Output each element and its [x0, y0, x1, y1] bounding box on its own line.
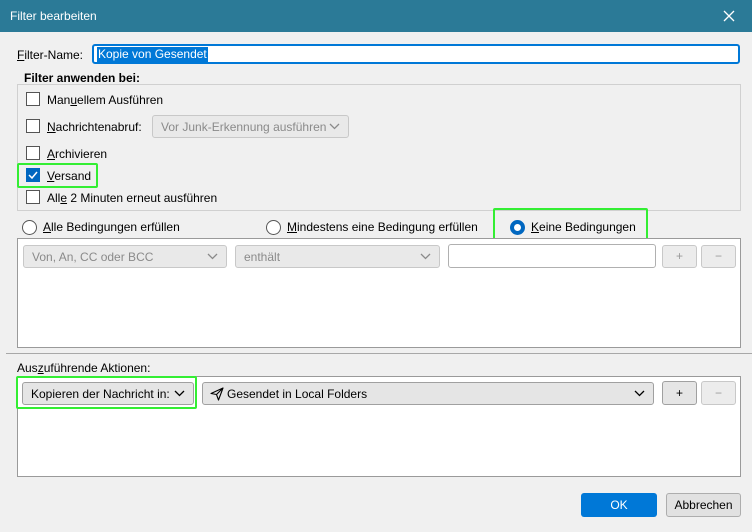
chevron-down-icon — [420, 253, 431, 260]
action-target-value: Gesendet in Local Folders — [227, 387, 368, 401]
radio-none-label: Keine Bedingungen — [531, 220, 636, 234]
condition-field-dropdown[interactable]: Von, An, CC oder BCC — [23, 245, 227, 268]
chevron-down-icon — [207, 253, 218, 260]
archive-label: Archivieren — [47, 147, 108, 161]
close-button[interactable] — [706, 0, 752, 32]
filter-name-label: Filter-Name: — [17, 48, 84, 62]
window-title: Filter bearbeiten — [10, 9, 97, 23]
fetch-timing-dropdown[interactable]: Vor Junk-Erkennung ausführen — [152, 115, 349, 138]
condition-add-button[interactable]: + — [662, 245, 697, 268]
close-icon — [723, 10, 735, 22]
send-icon — [210, 387, 224, 401]
chevron-down-icon — [329, 123, 340, 130]
fetch-timing-value: Vor Junk-Erkennung ausführen — [161, 120, 327, 134]
splitter[interactable] — [6, 353, 752, 354]
action-remove-button[interactable]: − — [701, 381, 736, 405]
checkmark-icon — [28, 171, 38, 180]
chevron-down-icon — [174, 390, 185, 397]
filter-name-value: Kopie von Gesendet — [97, 47, 208, 62]
radio-all-conditions[interactable] — [22, 220, 37, 235]
action-type-value: Kopieren der Nachricht in: — [31, 387, 170, 401]
action-add-button[interactable]: + — [662, 381, 697, 405]
condition-operator-value: enthält — [244, 250, 281, 264]
periodic-checkbox[interactable] — [26, 190, 40, 204]
chevron-down-icon — [634, 390, 645, 397]
fetch-checkbox[interactable] — [26, 119, 40, 133]
condition-remove-button[interactable]: − — [701, 245, 736, 268]
radio-no-conditions[interactable] — [510, 220, 525, 235]
send-checkbox[interactable] — [26, 168, 40, 182]
action-target-dropdown[interactable]: Gesendet in Local Folders — [202, 382, 654, 405]
actions-label: Auszuführende Aktionen: — [17, 361, 151, 375]
action-type-dropdown[interactable]: Kopieren der Nachricht in: — [22, 382, 194, 405]
send-label: Versand — [47, 169, 92, 183]
condition-value-input[interactable] — [448, 244, 656, 268]
radio-all-label: Alle Bedingungen erfüllen — [43, 220, 180, 234]
apply-heading: Filter anwenden bei: — [24, 71, 141, 85]
title-bar: Filter bearbeiten — [0, 0, 752, 32]
condition-operator-dropdown[interactable]: enthält — [235, 245, 440, 268]
filter-name-input[interactable]: Kopie von Gesendet — [92, 44, 740, 64]
condition-field-value: Von, An, CC oder BCC — [32, 250, 154, 264]
cancel-button[interactable]: Abbrechen — [666, 493, 741, 517]
fetch-label: Nachrichtenabruf: — [47, 120, 142, 134]
radio-any-label: Mindestens eine Bedingung erfüllen — [287, 220, 478, 234]
ok-button[interactable]: OK — [581, 493, 657, 517]
manual-label: Manuellem Ausführen — [47, 93, 164, 107]
radio-any-condition[interactable] — [266, 220, 281, 235]
archive-checkbox[interactable] — [26, 146, 40, 160]
periodic-label: Alle 2 Minuten erneut ausführen — [47, 191, 218, 205]
manual-checkbox[interactable] — [26, 92, 40, 106]
